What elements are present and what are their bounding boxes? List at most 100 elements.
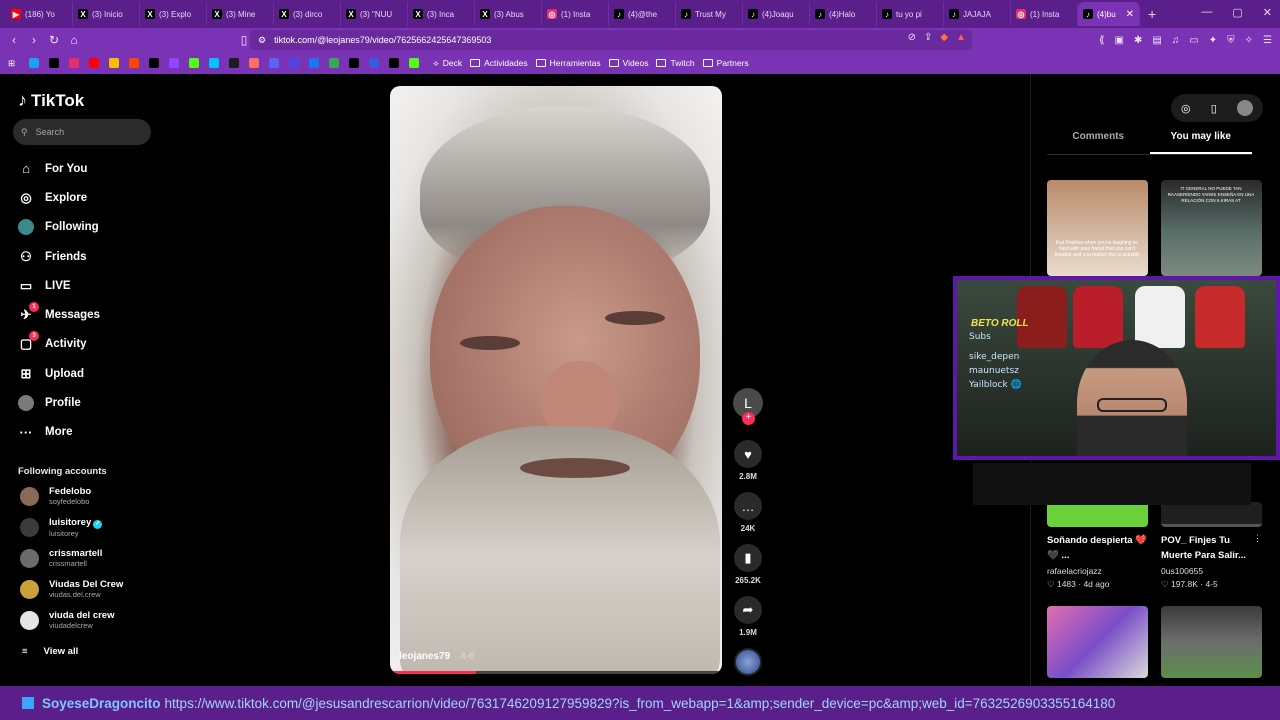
following-account[interactable]: Fedelobo soyfedelobo [20, 482, 160, 510]
card-title[interactable]: Soñando despierta ❤️ 🖤 ... [1047, 533, 1147, 563]
save-action[interactable]: ▮ 265.2K [733, 544, 763, 585]
bookmark-site-icon[interactable] [229, 58, 240, 68]
bookmark-site-icon[interactable] [149, 58, 160, 68]
device-icon[interactable]: ▯ [1211, 102, 1217, 115]
recommended-thumb-4[interactable] [1161, 502, 1262, 527]
menu-icon[interactable]: ☰ [1263, 35, 1272, 46]
home-icon[interactable]: ⌂ [64, 33, 84, 47]
bookmark-videos[interactable]: Videos [608, 58, 648, 69]
bookmark-herramientas[interactable]: Herramientas [535, 58, 601, 69]
back-icon[interactable]: ‹ [4, 33, 24, 47]
nav-live[interactable]: ▭ LIVE [18, 271, 168, 300]
user-avatar[interactable] [1236, 100, 1253, 116]
new-tab-button[interactable]: + [1148, 6, 1156, 22]
following-account[interactable]: luisitorey ✓ luisitorey [20, 513, 160, 541]
tab-you-may-like[interactable]: You may like [1149, 131, 1252, 154]
bookmark-site-icon[interactable] [249, 58, 260, 68]
view-all-button[interactable]: ≡ View all [22, 646, 78, 657]
more-options-icon[interactable]: ⋮ [1139, 533, 1148, 544]
like-action[interactable]: ♥ 2.8M [733, 440, 763, 481]
brave-shield-icon[interactable]: ◆ [940, 32, 948, 43]
search-input[interactable]: ⚲ Search [13, 119, 151, 145]
nav-explore[interactable]: ◎ Explore [18, 183, 168, 212]
bookmark-site-icon[interactable] [89, 58, 100, 68]
bookmark-site-icon[interactable] [389, 58, 400, 68]
browser-tab[interactable]: ◎ (1) Insta [1011, 2, 1078, 26]
follow-plus-icon[interactable]: + [742, 412, 755, 425]
card-title[interactable]: POV_ Finjes Tu Muerte Para Salir... [1161, 533, 1261, 563]
recommended-thumb-1[interactable]: that Positive when you're laughing so ha… [1047, 180, 1148, 276]
extension-icon[interactable]: ▣ [1115, 35, 1124, 46]
apps-grid-icon[interactable]: ⊞ [8, 58, 15, 69]
bookmark-site-icon[interactable] [109, 58, 120, 68]
bookmark-deck[interactable]: ⟡ Deck [433, 58, 462, 69]
following-account[interactable]: viuda del crew viudadelcrew [20, 606, 160, 634]
browser-tab[interactable]: ♪ (4)Joaqu [743, 2, 810, 26]
comment-icon[interactable]: … [734, 492, 762, 520]
nav-friends[interactable]: ⚇ Friends [18, 242, 168, 271]
wallet-icon[interactable]: ▭ [1189, 35, 1198, 46]
tab-close-icon[interactable]: ✕ [1126, 9, 1134, 20]
browser-tab[interactable]: ♪ JAJAJA [944, 2, 1011, 26]
card-user[interactable]: rafaelacriojazz [1047, 566, 1102, 576]
minimize-icon[interactable]: — [1201, 6, 1212, 19]
bookmark-site-icon[interactable] [409, 58, 420, 68]
browser-tab[interactable]: X (3) Abus [475, 2, 542, 26]
bookmark-site-icon[interactable] [169, 58, 180, 68]
browser-tab[interactable]: X (3) Inicio [73, 2, 140, 26]
video-author-line[interactable]: leojanes79 · 4-6 [399, 651, 475, 662]
bookmark-site-icon[interactable] [129, 58, 140, 68]
close-window-icon[interactable]: ✕ [1263, 6, 1272, 19]
browser-tab[interactable]: ♪ tu yo pi [877, 2, 944, 26]
nav-activity[interactable]: ▢ 3 Activity [18, 330, 168, 359]
recommended-thumb-5[interactable] [1047, 606, 1148, 678]
nav-more[interactable]: ··· More [18, 418, 168, 447]
share-arrow-icon[interactable]: ➦ [734, 596, 762, 624]
browser-tab[interactable]: ♪ (4)bu ✕ [1078, 2, 1140, 26]
site-info-icon[interactable]: ⚙ [258, 35, 266, 46]
music-disc[interactable] [733, 648, 763, 676]
browser-tab[interactable]: X (3) Inca [408, 2, 475, 26]
bookmark-site-icon[interactable] [349, 58, 360, 68]
browser-tab[interactable]: ♪ (4)Halo [810, 2, 877, 26]
card-user[interactable]: 0us100655 [1161, 566, 1203, 576]
nav-profile[interactable]: Profile [18, 388, 168, 417]
browser-tab[interactable]: ▶ (186) Yo [6, 2, 73, 26]
video-player[interactable]: leojanes79 · 4-6 [390, 86, 722, 674]
bookmark-icon[interactable]: ▮ [734, 544, 762, 572]
tab-search-icon[interactable]: ▤ [1152, 35, 1161, 46]
profile-icon[interactable]: ✧ [1245, 35, 1253, 46]
browser-tab[interactable]: X (3) Explo [140, 2, 207, 26]
browser-tab[interactable]: X (3) dirco [274, 2, 341, 26]
bookmark-actividades[interactable]: Actividades [470, 58, 528, 69]
more-options-icon[interactable]: ⋮ [1253, 533, 1262, 544]
share-action[interactable]: ➦ 1.9M [733, 596, 763, 637]
nav-messages[interactable]: ✈ 1 Messages [18, 300, 168, 329]
bookmark-partners[interactable]: Partners [702, 58, 749, 69]
nav-following[interactable]: Following [18, 213, 168, 242]
nav-upload[interactable]: ⊞ Upload [18, 359, 168, 388]
tab-comments[interactable]: Comments [1047, 131, 1150, 154]
following-account[interactable]: crissmartell crissmartell [20, 544, 160, 572]
bookmark-site-icon[interactable] [49, 58, 60, 68]
music-icon[interactable]: ♫ [1172, 35, 1180, 46]
bookmark-site-icon[interactable] [209, 58, 220, 68]
browser-tab[interactable]: X (3) Mine [207, 2, 274, 26]
bookmark-site-icon[interactable] [29, 58, 40, 68]
following-account[interactable]: Viudas Del Crew viudas.del.crew [20, 575, 160, 603]
bookmark-twitch[interactable]: Twitch [656, 58, 695, 69]
vpn-icon[interactable]: ⛨ [1227, 35, 1235, 46]
video-progress-bar[interactable] [390, 671, 722, 674]
rewards-icon[interactable]: ▲ [956, 32, 966, 43]
block-icon[interactable]: ⊘ [908, 32, 916, 43]
bookmark-site-icon[interactable] [69, 58, 80, 68]
reload-icon[interactable]: ↻ [44, 33, 64, 47]
heart-icon[interactable]: ♥ [734, 440, 762, 468]
browser-tab[interactable]: ♪ Trust My [676, 2, 743, 26]
leo-icon[interactable]: ✦ [1209, 35, 1217, 46]
bookmark-site-icon[interactable] [369, 58, 380, 68]
browser-tab[interactable]: X (3) "NUU [341, 2, 408, 26]
video-author[interactable]: leojanes79 [399, 651, 450, 662]
recommended-thumb-3[interactable] [1047, 502, 1148, 527]
share-icon[interactable]: ⇪ [924, 32, 932, 43]
